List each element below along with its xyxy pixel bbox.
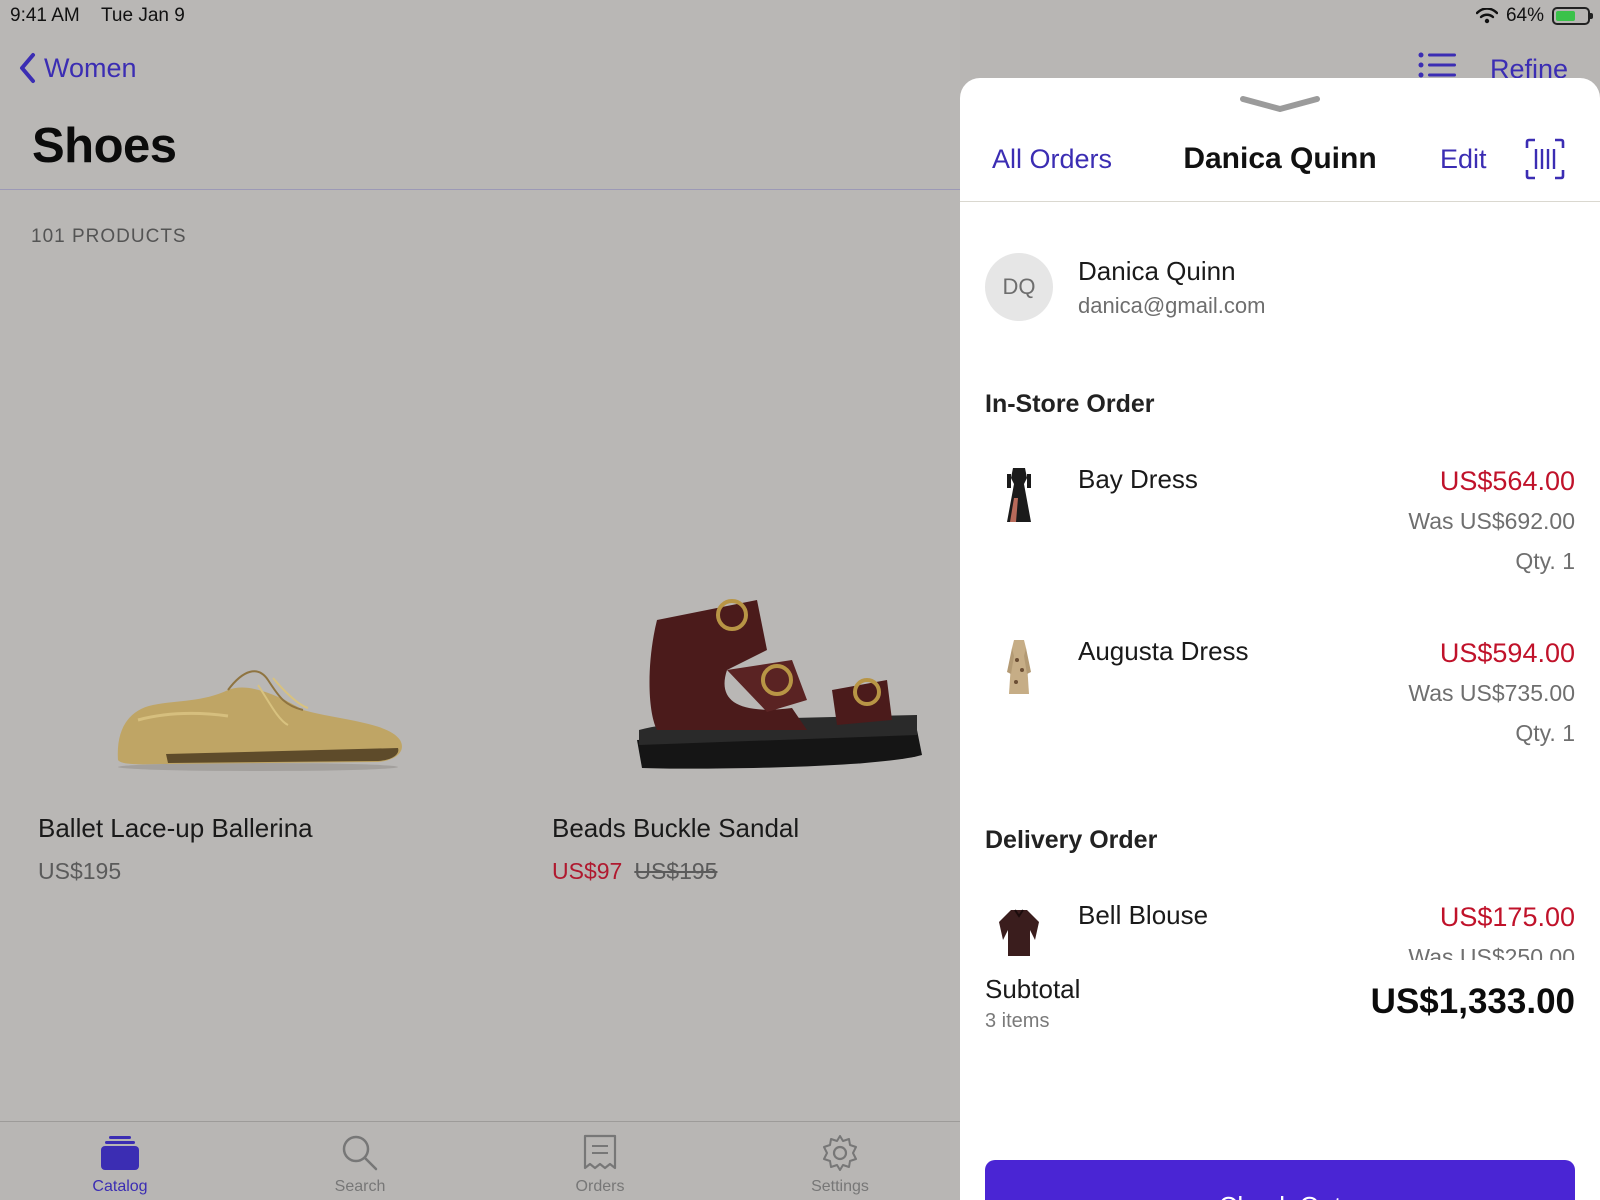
status-time: 9:41 AM xyxy=(10,5,80,26)
order-sheet: All Orders Danica Quinn Edit DQ Danica Q… xyxy=(960,78,1600,1200)
orders-icon xyxy=(583,1134,617,1170)
page-title: Shoes xyxy=(32,119,177,173)
checkout-button[interactable]: Check Out xyxy=(985,1160,1575,1200)
buckle-sandal-image xyxy=(637,599,922,769)
divider xyxy=(0,189,960,190)
battery-percent: 64% xyxy=(1505,5,1544,26)
blouse-thumbnail xyxy=(999,909,1039,956)
avatar: DQ xyxy=(985,253,1053,321)
dress-thumbnail xyxy=(1007,468,1031,522)
customer-info: Danica Quinn danica@gmail.com xyxy=(1078,256,1265,319)
product-card[interactable]: Beads Buckle Sandal US$97 US$195 xyxy=(552,510,992,885)
section-title-delivery: Delivery Order xyxy=(985,826,1158,854)
battery-icon xyxy=(1552,7,1593,25)
dress-thumbnail xyxy=(1007,640,1031,694)
product-price: US$195 xyxy=(38,858,122,884)
tab-settings[interactable]: Settings xyxy=(720,1122,960,1200)
tab-label: Settings xyxy=(811,1178,869,1195)
item-price: US$564.00 xyxy=(1439,466,1575,496)
tab-label: Orders xyxy=(575,1178,625,1195)
tab-catalog[interactable]: Catalog xyxy=(0,1122,240,1200)
item-name: Bell Blouse xyxy=(1078,900,1209,930)
status-bar-right: 64% xyxy=(1475,5,1593,27)
subtotal-count: 3 items xyxy=(985,1010,1050,1032)
catalog-icon xyxy=(101,1136,139,1170)
product-name: Ballet Lace-up Ballerina xyxy=(38,813,313,843)
list-icon[interactable] xyxy=(1418,52,1458,78)
item-qty: Qty. 1 xyxy=(1515,548,1575,574)
tab-bar: Catalog Search Orders Settings xyxy=(0,1121,960,1200)
tab-search[interactable]: Search xyxy=(240,1122,480,1200)
item-was-price: Was US$692.00 xyxy=(1408,508,1575,534)
battery-fill xyxy=(1556,11,1576,21)
customer-name: Danica Quinn xyxy=(1078,255,1236,286)
item-price: US$175.00 xyxy=(1439,902,1575,932)
subtotal-label: Subtotal xyxy=(985,974,1081,1004)
all-orders-button[interactable]: All Orders xyxy=(992,144,1112,175)
back-button[interactable]: Women xyxy=(18,52,137,84)
product-image xyxy=(38,510,478,780)
tab-orders[interactable]: Orders xyxy=(480,1122,720,1200)
edit-button[interactable]: Edit xyxy=(1440,144,1487,175)
sheet-header: All Orders Danica Quinn Edit xyxy=(960,118,1600,202)
item-name: Bay Dress xyxy=(1078,464,1198,494)
product-price: US$97 US$195 xyxy=(552,858,992,885)
item-was-price: Was US$735.00 xyxy=(1408,680,1575,706)
sale-price: US$97 xyxy=(552,858,623,884)
status-bar-left: 9:41 AM Tue Jan 9 xyxy=(10,5,185,27)
product-card[interactable]: Ballet Lace-up Ballerina US$195 xyxy=(38,510,478,885)
product-name: Beads Buckle Sandal xyxy=(552,813,800,843)
chevron-down-icon[interactable] xyxy=(1240,94,1320,114)
item-qty: Qty. 1 xyxy=(1515,720,1575,746)
tab-label: Search xyxy=(334,1178,386,1195)
subtotal-amount: US$1,333.00 xyxy=(1370,982,1575,1021)
search-icon xyxy=(342,1135,378,1171)
customer-email: danica@gmail.com xyxy=(1078,292,1266,318)
product-image xyxy=(552,510,992,780)
item-name: Augusta Dress xyxy=(1078,636,1249,666)
item-price: US$594.00 xyxy=(1439,638,1575,668)
wifi-icon xyxy=(1475,8,1498,24)
customer-row[interactable]: DQ Danica Quinn danica@gmail.com xyxy=(985,253,1265,321)
section-title-in-store: In-Store Order xyxy=(985,390,1155,418)
status-date: Tue Jan 9 xyxy=(101,5,185,26)
catalog-view: 9:41 AM Tue Jan 9 Women Shoes 101 PRODUC… xyxy=(0,0,960,1200)
chevron-left-icon xyxy=(20,53,35,83)
gear-icon xyxy=(823,1135,857,1171)
back-label: Women xyxy=(44,52,137,83)
original-price: US$195 xyxy=(634,858,718,884)
tab-label: Catalog xyxy=(92,1178,148,1195)
ballerina-shoe-image xyxy=(117,670,402,771)
barcode-scan-icon[interactable] xyxy=(1525,138,1565,180)
product-count: 101 PRODUCTS xyxy=(31,226,187,247)
